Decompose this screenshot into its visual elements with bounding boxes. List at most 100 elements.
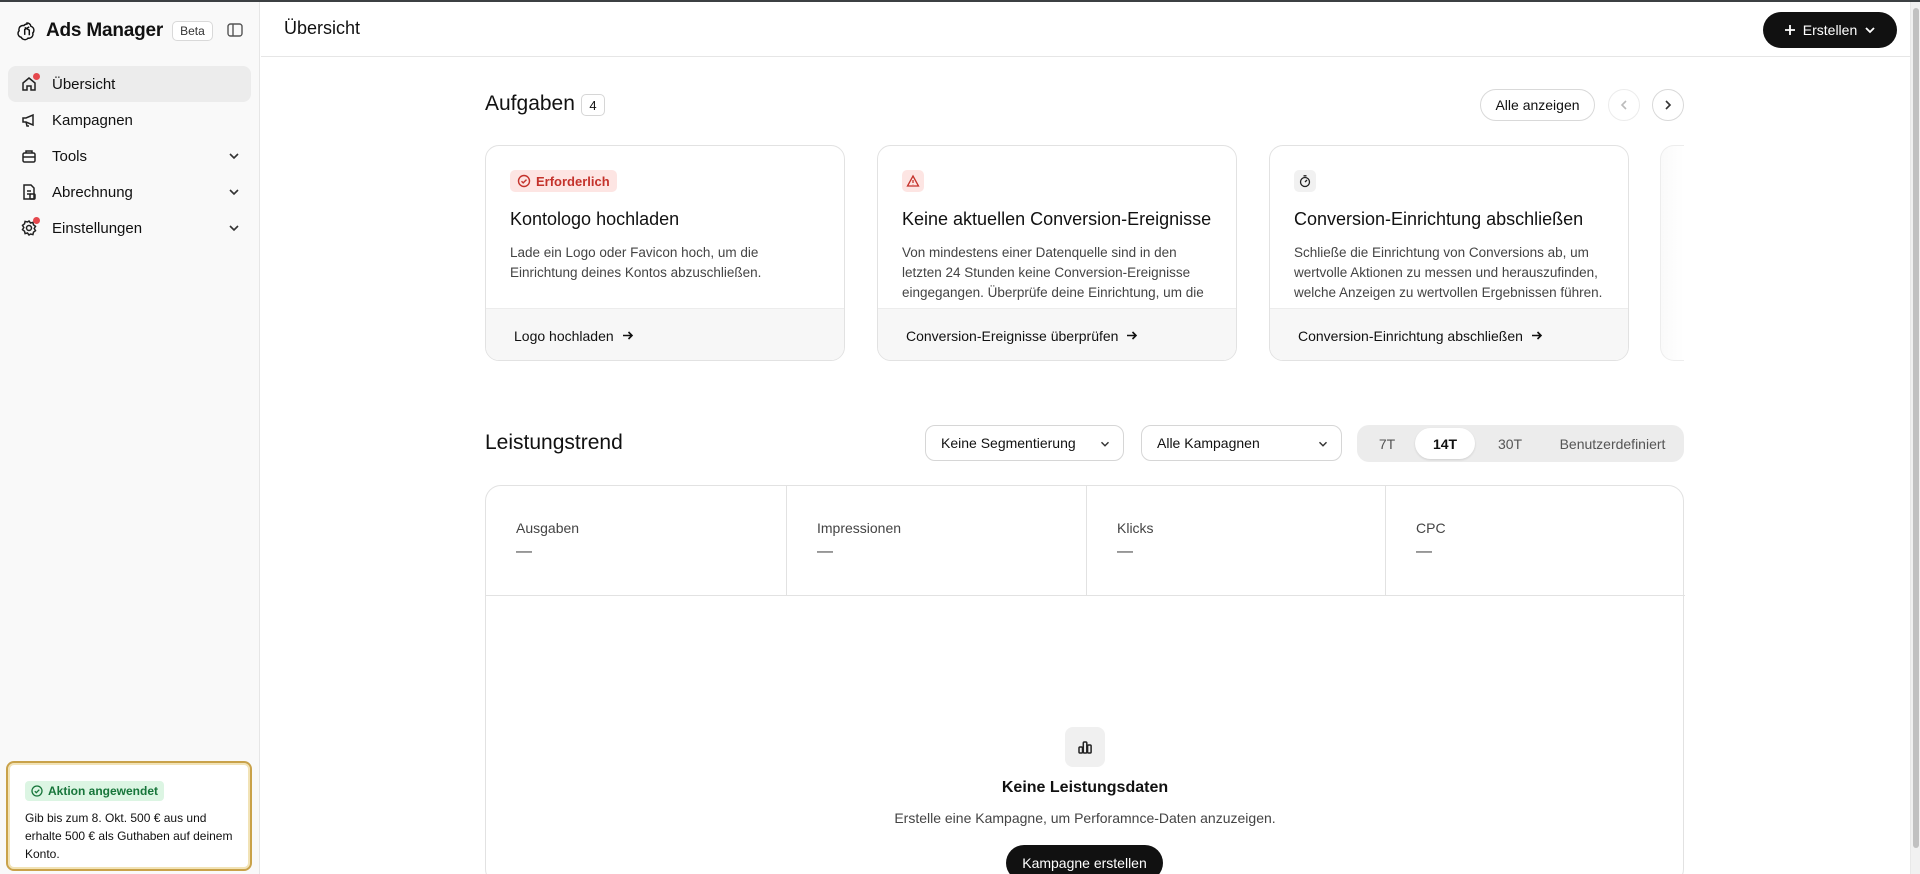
sidebar-item-label: Einstellungen — [52, 219, 143, 237]
chevron-down-icon — [227, 149, 241, 163]
task-card: Erforderlich Kontologo hochladen Lade ei… — [485, 145, 845, 361]
sidebar-nav: Übersicht Kampagnen Tools Abrechnung Ein… — [8, 66, 251, 246]
tasks-count-badge: 4 — [581, 94, 605, 116]
chevron-down-icon — [1100, 441, 1110, 447]
sidebar-item-label: Abrechnung — [52, 183, 133, 201]
metric-value: — — [1117, 543, 1133, 560]
metric-value: — — [817, 543, 833, 560]
task-card-title: Kontologo hochladen — [510, 209, 680, 229]
check-circle-icon — [31, 785, 43, 797]
metric-label: CPC — [1416, 520, 1446, 536]
toolbox-icon — [20, 147, 38, 165]
task-card-action-label: Conversion-Ereignisse überprüfen — [906, 327, 1119, 344]
home-icon — [20, 73, 40, 93]
timer-icon — [1299, 175, 1311, 188]
notification-dot — [33, 73, 40, 80]
chevron-left-icon — [1620, 100, 1627, 110]
tasks-next-button[interactable] — [1652, 89, 1684, 121]
empty-state-text: Erstelle eine Kampagne, um Perforamnce-D… — [894, 810, 1276, 826]
openai-logo-icon — [16, 20, 38, 42]
warning-badge — [902, 170, 924, 192]
finish-conversion-setup-link[interactable]: Conversion-Einrichtung abschließen — [1270, 308, 1628, 360]
upload-logo-link[interactable]: Logo hochladen — [486, 308, 844, 360]
review-conversions-link[interactable]: Conversion-Ereignisse überprüfen — [878, 308, 1236, 360]
create-campaign-button[interactable]: Kampagne erstellen — [1006, 845, 1163, 874]
segmentation-select[interactable]: Keine Segmentierung — [925, 425, 1124, 461]
sidebar-item-tools[interactable]: Tools — [8, 138, 251, 174]
gear-icon — [20, 217, 40, 237]
promo-text: Gib bis zum 8. Okt. 500 € aus und erhalt… — [25, 811, 233, 861]
range-30t[interactable]: 30T — [1479, 428, 1541, 459]
task-card-description: Lade ein Logo oder Favicon hoch, um die … — [510, 245, 762, 280]
chevron-down-icon — [1318, 441, 1328, 447]
check-circle-icon — [517, 174, 531, 188]
task-card-title: Conversion-Einrichtung abschließen — [1294, 209, 1584, 229]
metric-value: — — [1416, 543, 1432, 560]
warning-triangle-icon — [906, 174, 920, 187]
receipt-icon — [20, 183, 38, 201]
tasks-title: Aufgaben — [485, 92, 575, 115]
metric-klicks: Klicks — — [1086, 486, 1386, 596]
metric-label: Impressionen — [817, 520, 902, 536]
range-custom[interactable]: Benutzerdefiniert — [1545, 428, 1680, 459]
segmentation-select-value: Keine Segmentierung — [941, 435, 1076, 451]
promo-badge-label: Aktion angewendet — [48, 784, 159, 798]
create-button-label: Erstellen — [1802, 22, 1858, 38]
empty-state-title: Keine Leistungsdaten — [1001, 779, 1169, 796]
task-card-description: Schließe die Einrichtung von Conversions… — [1294, 245, 1603, 300]
top-header: Übersicht Erstellen — [261, 2, 1920, 57]
sidebar: Ads Manager Beta Übersicht Kampagnen Too… — [0, 2, 260, 874]
metric-label: Ausgaben — [516, 520, 580, 536]
page-title: Übersicht — [284, 18, 361, 38]
metric-label: Klicks — [1117, 520, 1154, 536]
sidebar-item-label: Übersicht — [52, 75, 116, 93]
timer-badge — [1294, 170, 1316, 192]
chevron-down-icon — [227, 221, 241, 235]
sidebar-item-label: Kampagnen — [52, 111, 133, 129]
metric-impressionen: Impressionen — — [786, 486, 1086, 596]
sidebar-item-uebersicht[interactable]: Übersicht — [8, 66, 251, 102]
notification-dot — [33, 217, 40, 224]
required-badge: Erforderlich — [510, 170, 617, 192]
create-button[interactable]: Erstellen — [1763, 12, 1897, 48]
campaign-select[interactable]: Alle Kampagnen — [1141, 425, 1342, 461]
sidebar-toggle-icon[interactable] — [226, 21, 244, 39]
sidebar-item-label: Tools — [52, 147, 88, 165]
beta-badge: Beta — [172, 21, 213, 41]
metric-value: — — [516, 543, 532, 560]
campaign-select-value: Alle Kampagnen — [1157, 435, 1260, 451]
page-scrollbar[interactable] — [1910, 2, 1920, 874]
metric-ausgaben: Ausgaben — — [486, 486, 786, 596]
task-card-action-label: Conversion-Einrichtung abschließen — [1298, 327, 1523, 344]
arrow-right-icon — [1127, 331, 1138, 340]
task-card-description: Von mindestens einer Datenquelle sind in… — [902, 245, 1204, 306]
task-card-title: Keine aktuellen Conversion-Ereignisse — [902, 209, 1212, 229]
task-card-peek[interactable] — [1660, 145, 1684, 361]
scrollbar-thumb[interactable] — [1913, 8, 1919, 848]
task-card: Keine aktuellen Conversion-Ereignisse Vo… — [877, 145, 1237, 361]
chevron-down-icon — [1865, 27, 1875, 34]
required-badge-label: Erforderlich — [536, 173, 610, 189]
arrow-right-icon — [1531, 331, 1543, 340]
show-all-button[interactable]: Alle anzeigen — [1480, 89, 1595, 121]
task-card: Conversion-Einrichtung abschließen Schli… — [1269, 145, 1629, 361]
sidebar-item-abrechnung[interactable]: Abrechnung — [8, 174, 251, 210]
megaphone-icon — [20, 111, 38, 129]
trend-title: Leistungstrend — [485, 431, 623, 454]
bar-chart-icon — [1065, 727, 1105, 767]
brand[interactable]: Ads Manager Beta — [16, 16, 213, 46]
date-range-selector: 7T 14T 30T Benutzerdefiniert — [1357, 425, 1684, 462]
task-card-action-label: Logo hochladen — [514, 327, 614, 344]
app-name: Ads Manager — [46, 20, 164, 41]
sidebar-item-einstellungen[interactable]: Einstellungen — [8, 210, 251, 246]
metric-cpc: CPC — — [1385, 486, 1685, 596]
promo-card[interactable]: Aktion angewendet Gib bis zum 8. Okt. 50… — [6, 761, 252, 871]
range-7t[interactable]: 7T — [1363, 428, 1411, 459]
plus-icon — [1784, 25, 1795, 35]
tasks-prev-button[interactable] — [1608, 89, 1640, 121]
chevron-down-icon — [227, 185, 241, 199]
sidebar-item-kampagnen[interactable]: Kampagnen — [8, 102, 251, 138]
range-14t[interactable]: 14T — [1415, 428, 1475, 459]
promo-badge: Aktion angewendet — [25, 781, 165, 801]
chevron-right-icon — [1665, 100, 1672, 110]
